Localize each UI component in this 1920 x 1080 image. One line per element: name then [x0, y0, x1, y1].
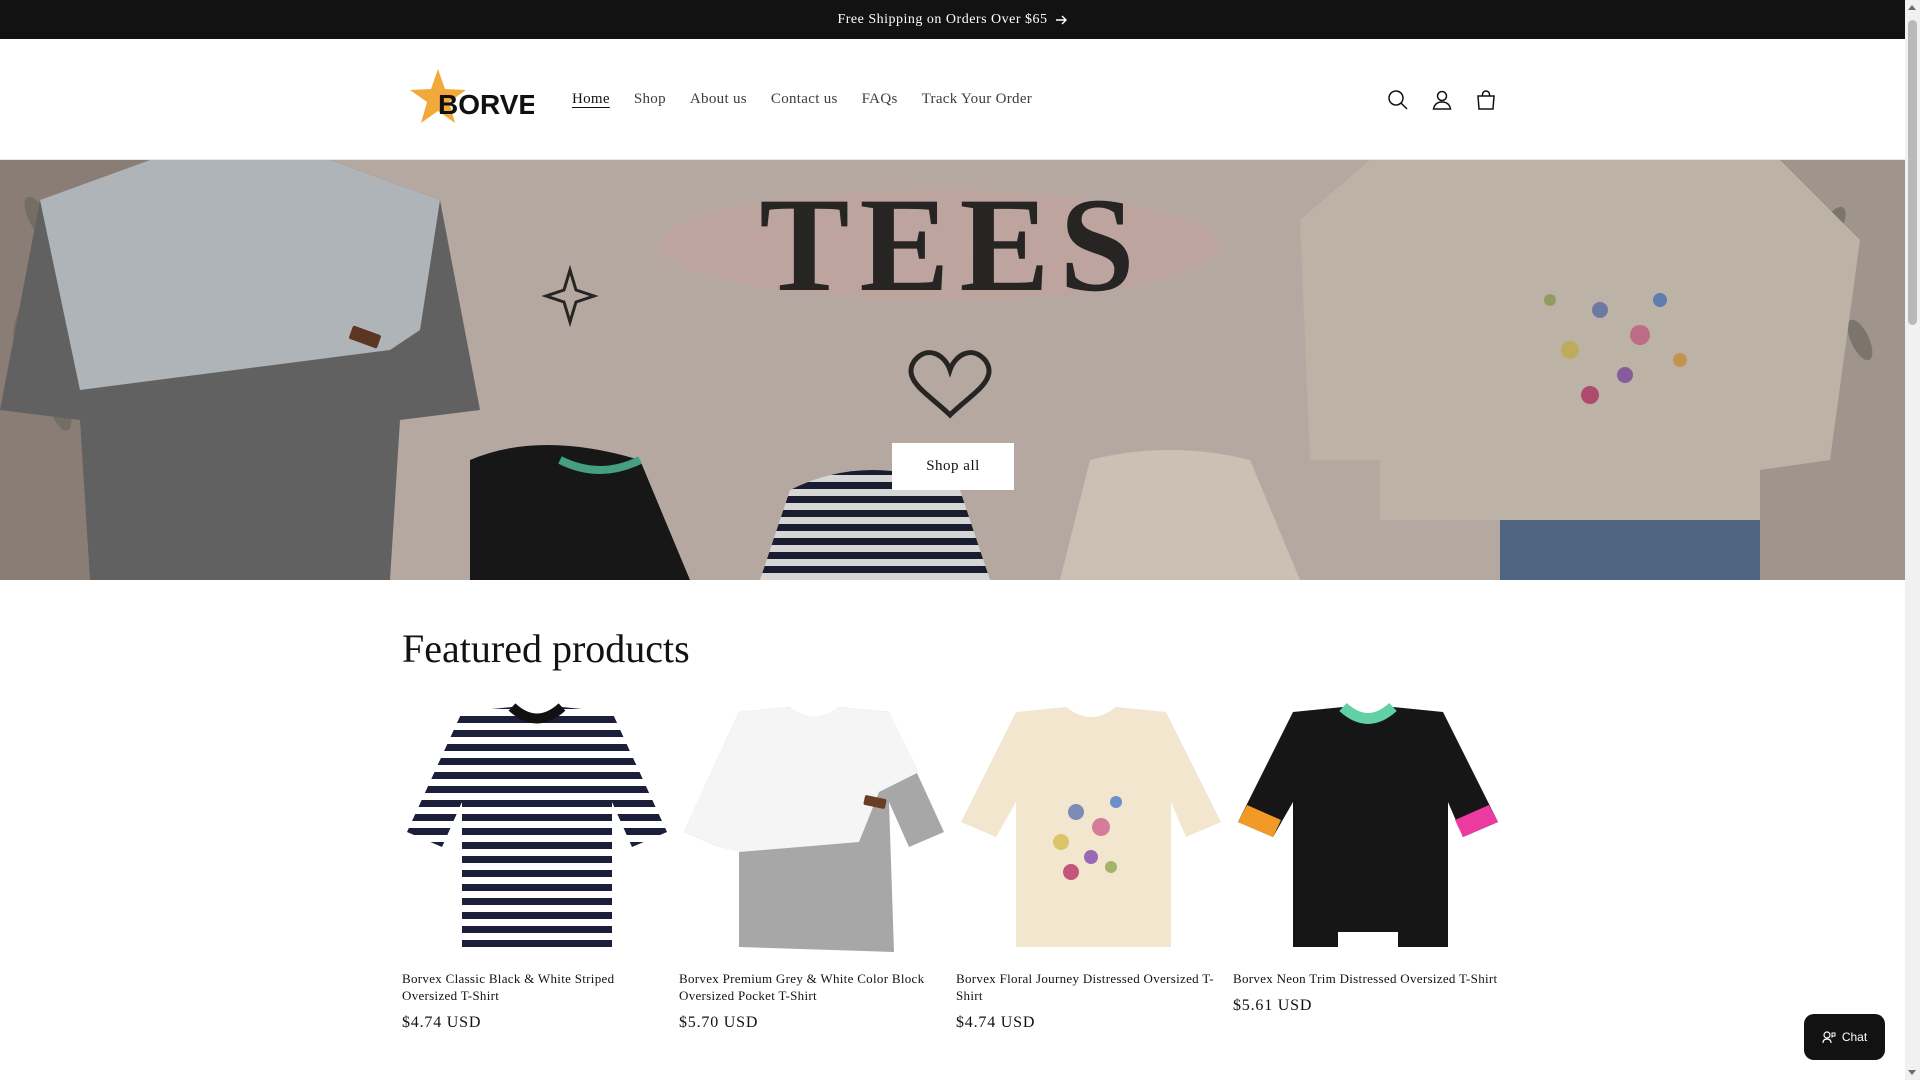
- logo-text: BORVEX: [438, 89, 534, 120]
- shop-all-button[interactable]: Shop all: [892, 443, 1014, 490]
- product-price: $5.70 USD: [679, 1014, 759, 1031]
- header-icons: [1376, 39, 1508, 160]
- product-image[interactable]: [1233, 702, 1502, 958]
- brand-logo[interactable]: BORVEX: [408, 67, 556, 129]
- nav-home[interactable]: Home: [572, 91, 610, 108]
- product-price: $5.61 USD: [1233, 997, 1313, 1014]
- chat-label: Chat: [1841, 1030, 1868, 1044]
- nav-shop[interactable]: Shop: [634, 91, 666, 108]
- nav-track-order[interactable]: Track Your Order: [922, 91, 1033, 108]
- product-title[interactable]: Borvex Classic Black & White Striped Ove…: [402, 970, 671, 1004]
- product-title[interactable]: Borvex Premium Grey & White Color Block …: [679, 970, 948, 1004]
- nav-faqs[interactable]: FAQs: [862, 91, 898, 108]
- chat-button[interactable]: Chat: [1804, 1014, 1885, 1060]
- announcement-bar[interactable]: Free Shipping on Orders Over $65: [0, 0, 1905, 39]
- main-nav: Home Shop About us Contact us FAQs Track…: [572, 39, 1056, 160]
- page-scrollbar[interactable]: [1905, 0, 1920, 1080]
- product-title[interactable]: Borvex Floral Journey Distressed Oversiz…: [956, 970, 1225, 1004]
- cart-icon[interactable]: [1464, 78, 1508, 122]
- product-grid: Borvex Classic Black & White Striped Ove…: [402, 702, 1502, 1032]
- nav-about-us[interactable]: About us: [690, 91, 747, 108]
- scrollbar-thumb[interactable]: [1908, 20, 1917, 325]
- product-image[interactable]: [679, 702, 948, 958]
- announcement-text: Free Shipping on Orders Over $65: [837, 11, 1048, 27]
- arrow-right-icon: [1055, 15, 1068, 25]
- product-price: $4.74 USD: [402, 1014, 482, 1031]
- site-header: BORVEX Home Shop About us Contact us FAQ…: [0, 39, 1905, 160]
- product-card[interactable]: Borvex Neon Trim Distressed Oversized T-…: [1233, 702, 1502, 1032]
- product-image[interactable]: [402, 702, 671, 958]
- search-icon[interactable]: [1376, 78, 1420, 122]
- product-title[interactable]: Borvex Neon Trim Distressed Oversized T-…: [1233, 970, 1502, 987]
- featured-products-heading: Featured products: [402, 626, 690, 671]
- hero-image: TEES: [0, 160, 1905, 580]
- hero-banner: TEES Shop all: [0, 160, 1905, 580]
- product-card[interactable]: Borvex Premium Grey & White Color Block …: [679, 702, 948, 1032]
- scroll-up-icon[interactable]: [1908, 5, 1916, 10]
- product-price: $4.74 USD: [956, 1014, 1036, 1031]
- scroll-down-icon[interactable]: [1908, 1070, 1916, 1075]
- product-image[interactable]: [956, 702, 1225, 958]
- nav-contact-us[interactable]: Contact us: [771, 91, 838, 108]
- account-icon[interactable]: [1420, 78, 1464, 122]
- product-card[interactable]: Borvex Classic Black & White Striped Ove…: [402, 702, 671, 1032]
- chat-icon: [1822, 1031, 1836, 1044]
- product-card[interactable]: Borvex Floral Journey Distressed Oversiz…: [956, 702, 1225, 1032]
